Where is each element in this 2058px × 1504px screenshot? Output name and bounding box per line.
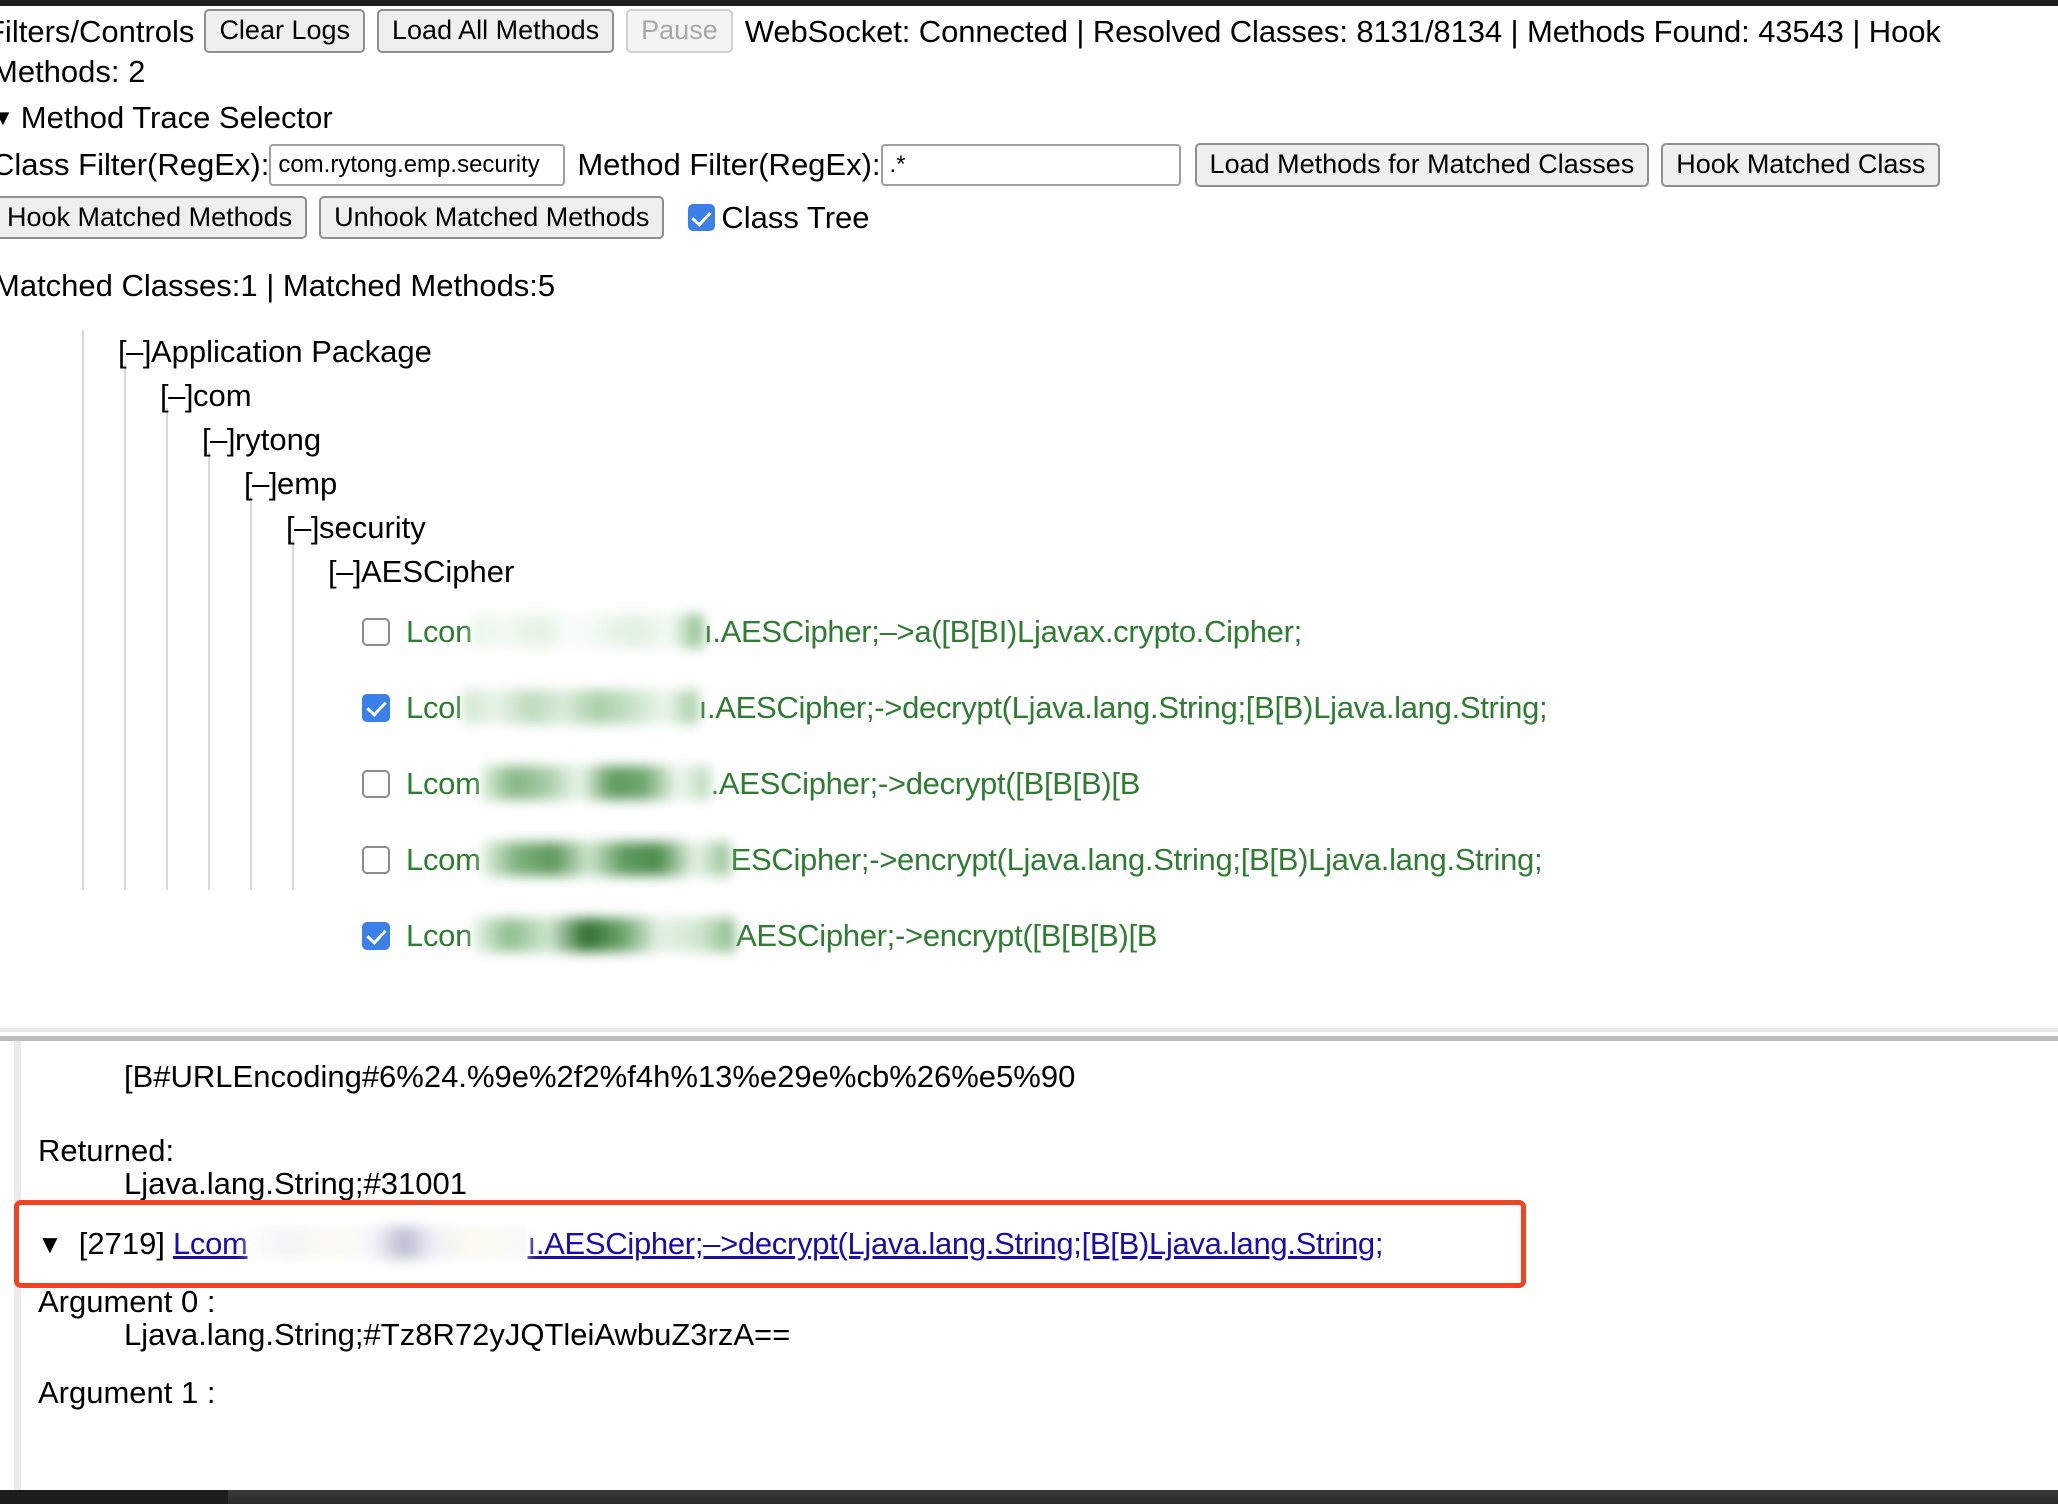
app-window: Filters/Controls Clear Logs Load All Met… xyxy=(0,0,2058,1504)
class-filter-input[interactable] xyxy=(269,144,565,186)
panel-divider-shadow xyxy=(0,1028,2058,1032)
window-bottom-strip xyxy=(0,1490,2058,1504)
trace-link-prefix: Lcom xyxy=(173,1226,248,1261)
argument-1-label: Argument 1 : xyxy=(38,1377,215,1408)
method-signature-suffix: ESCipher;->encrypt(Ljava.lang.String;[B[… xyxy=(731,842,1543,877)
log-line-returned-value: Ljava.lang.String;#31001 xyxy=(14,1168,467,1199)
filters-row: Class Filter(RegEx): Method Filter(RegEx… xyxy=(0,143,2058,187)
tree-node-security[interactable]: [–]security xyxy=(0,506,2058,550)
redacted-package-segment xyxy=(482,766,710,800)
method-filter-input[interactable] xyxy=(881,144,1181,186)
method-row[interactable]: Lcom .AESCipher;->decrypt([B[B[B)[B xyxy=(0,746,2058,822)
tree-node-label: com xyxy=(193,378,252,413)
method-signature-suffix: ı.AESCipher;–>a([B[BI)Ljavax.crypto.Ciph… xyxy=(704,614,1302,649)
method-signature: Lcol ı.AESCipher;->decrypt(Ljava.lang.Str… xyxy=(406,690,1547,727)
redacted-package-segment xyxy=(463,690,698,724)
method-signature-prefix: Lcon xyxy=(406,918,472,953)
log-line-returned-label: Returned: xyxy=(38,1135,174,1166)
trace-link-suffix: ı.AESCipher;–>decrypt(Ljava.lang.String;… xyxy=(528,1226,1384,1261)
argument-0-label: Argument 0 : xyxy=(38,1286,215,1317)
class-tree-checkbox-label: Class Tree xyxy=(721,200,869,236)
checkbox-unchecked-icon[interactable] xyxy=(362,618,390,646)
method-signature-suffix: AESCipher;->encrypt([B[B[B)[B xyxy=(736,918,1157,953)
method-signature-suffix: ı.AESCipher;->decrypt(Ljava.lang.String;… xyxy=(699,690,1548,725)
method-signature: Lcon AESCipher;->encrypt([B[B[B)[B xyxy=(406,918,1157,955)
method-signature-prefix: Lcom xyxy=(406,766,481,801)
method-row[interactable]: Lcon ı.AESCipher;–>a([B[BI)Ljavax.crypto.… xyxy=(0,594,2058,670)
matched-counts-label: Matched Classes:1 | Matched Methods:5 xyxy=(0,268,555,304)
method-signature: Lcom ESCipher;->encrypt(Ljava.lang.String… xyxy=(406,842,1542,879)
tree-expander-icon[interactable]: [–] xyxy=(328,554,361,589)
trace-entry-id: [2719] xyxy=(79,1226,165,1262)
load-methods-for-matched-classes-button[interactable]: Load Methods for Matched Classes xyxy=(1195,143,1650,187)
tree-node-label: security xyxy=(319,510,426,545)
tree-expander-icon[interactable]: [–] xyxy=(286,510,319,545)
checkbox-unchecked-icon[interactable] xyxy=(362,846,390,874)
method-trace-selector-header[interactable]: ▼ Method Trace Selector xyxy=(0,98,2058,138)
tree-node-label: emp xyxy=(277,466,337,501)
checkbox-checked-icon[interactable] xyxy=(362,694,390,722)
method-signature-prefix: Lcol xyxy=(406,690,462,725)
tree-expander-icon[interactable]: [–] xyxy=(160,378,193,413)
redacted-package-segment xyxy=(482,842,730,876)
filters-controls-header: Filters/Controls Clear Logs Load All Met… xyxy=(0,6,2058,56)
tree-node-aescipher[interactable]: [–]AESCipher xyxy=(0,550,2058,594)
load-all-methods-button[interactable]: Load All Methods xyxy=(377,9,614,53)
controls-row: Filters/Controls Clear Logs Load All Met… xyxy=(0,6,2058,56)
method-trace-selector: ▼ Method Trace Selector Class Filter(Reg… xyxy=(0,98,2058,239)
tree-node-com[interactable]: [–]com xyxy=(0,374,2058,418)
method-signature-prefix: Lcon xyxy=(406,614,472,649)
method-signature-suffix: .AESCipher;->decrypt([B[B[B)[B xyxy=(711,766,1140,801)
tree-node-emp[interactable]: [–]emp xyxy=(0,462,2058,506)
redacted-package-segment xyxy=(473,918,735,952)
hook-matched-methods-button[interactable]: Hook Matched Methods xyxy=(0,196,307,240)
unhook-matched-methods-button[interactable]: Unhook Matched Methods xyxy=(319,196,664,240)
tree-expander-icon[interactable]: [–] xyxy=(202,422,235,457)
checkbox-unchecked-icon[interactable] xyxy=(362,770,390,798)
log-line-encoded-value: [B#URLEncoding#6%24.%9e%2f2%f4h%13%e29e%… xyxy=(14,1061,1075,1092)
method-trace-selector-title: Method Trace Selector xyxy=(21,100,333,136)
highlighted-trace-entry[interactable]: ▼ [2719] Lcom ı.AESCipher;–>decrypt(Ljava… xyxy=(14,1200,1526,1288)
method-signature-prefix: Lcom xyxy=(406,842,481,877)
tree-expander-icon[interactable]: [–] xyxy=(118,334,151,369)
filters-controls-label: Filters/Controls xyxy=(0,16,194,47)
tree-node-label: AESCipher xyxy=(361,554,514,589)
tree-node-label: rytong xyxy=(235,422,321,457)
method-row[interactable]: Lcom ESCipher;->encrypt(Ljava.lang.String… xyxy=(0,822,2058,898)
trace-entry-method-link[interactable]: Lcom ı.AESCipher;–>decrypt(Ljava.lang.Str… xyxy=(173,1226,1383,1262)
method-signature: Lcom .AESCipher;->decrypt([B[B[B)[B xyxy=(406,766,1140,803)
tree-node-application-package[interactable]: [–]Application Package xyxy=(0,330,2058,374)
chevron-down-icon: ▼ xyxy=(0,105,14,131)
tree-expander-icon[interactable]: [–] xyxy=(244,466,277,501)
class-tree[interactable]: [–]Application Package[–]com[–]rytong[–]… xyxy=(0,330,2058,980)
method-row[interactable]: Lcol ı.AESCipher;->decrypt(Ljava.lang.Str… xyxy=(0,670,2058,746)
hooked-methods-status: Methods: 2 xyxy=(0,54,145,90)
class-tree-checkbox[interactable]: Class Tree xyxy=(688,200,869,236)
tree-node-rytong[interactable]: [–]rytong xyxy=(0,418,2058,462)
pause-button[interactable]: Pause xyxy=(626,9,733,53)
method-row[interactable]: Lcon AESCipher;->encrypt([B[B[B)[B xyxy=(0,898,2058,974)
window-bottom-sheen xyxy=(228,1490,2058,1504)
websocket-status-text: WebSocket: Connected | Resolved Classes:… xyxy=(745,16,1941,47)
hook-matched-class-button[interactable]: Hook Matched Class xyxy=(1661,143,1940,187)
method-signature: Lcon ı.AESCipher;–>a([B[BI)Ljavax.crypto.… xyxy=(406,614,1302,651)
hook-actions-row: Hook Matched Methods Unhook Matched Meth… xyxy=(0,196,2058,240)
redacted-package-segment xyxy=(248,1227,528,1259)
tree-node-label: Application Package xyxy=(151,334,432,369)
checkbox-checked-icon[interactable] xyxy=(362,922,390,950)
checkbox-checked-icon xyxy=(688,204,715,231)
chevron-down-icon: ▼ xyxy=(37,1229,63,1260)
redacted-package-segment xyxy=(473,614,703,648)
method-filter-label: Method Filter(RegEx): xyxy=(577,147,880,183)
argument-0-value: Ljava.lang.String;#Tz8R72yJQTleiAwbuZ3rz… xyxy=(14,1319,790,1350)
class-filter-label: Class Filter(RegEx): xyxy=(0,147,269,183)
clear-logs-button[interactable]: Clear Logs xyxy=(204,9,365,53)
